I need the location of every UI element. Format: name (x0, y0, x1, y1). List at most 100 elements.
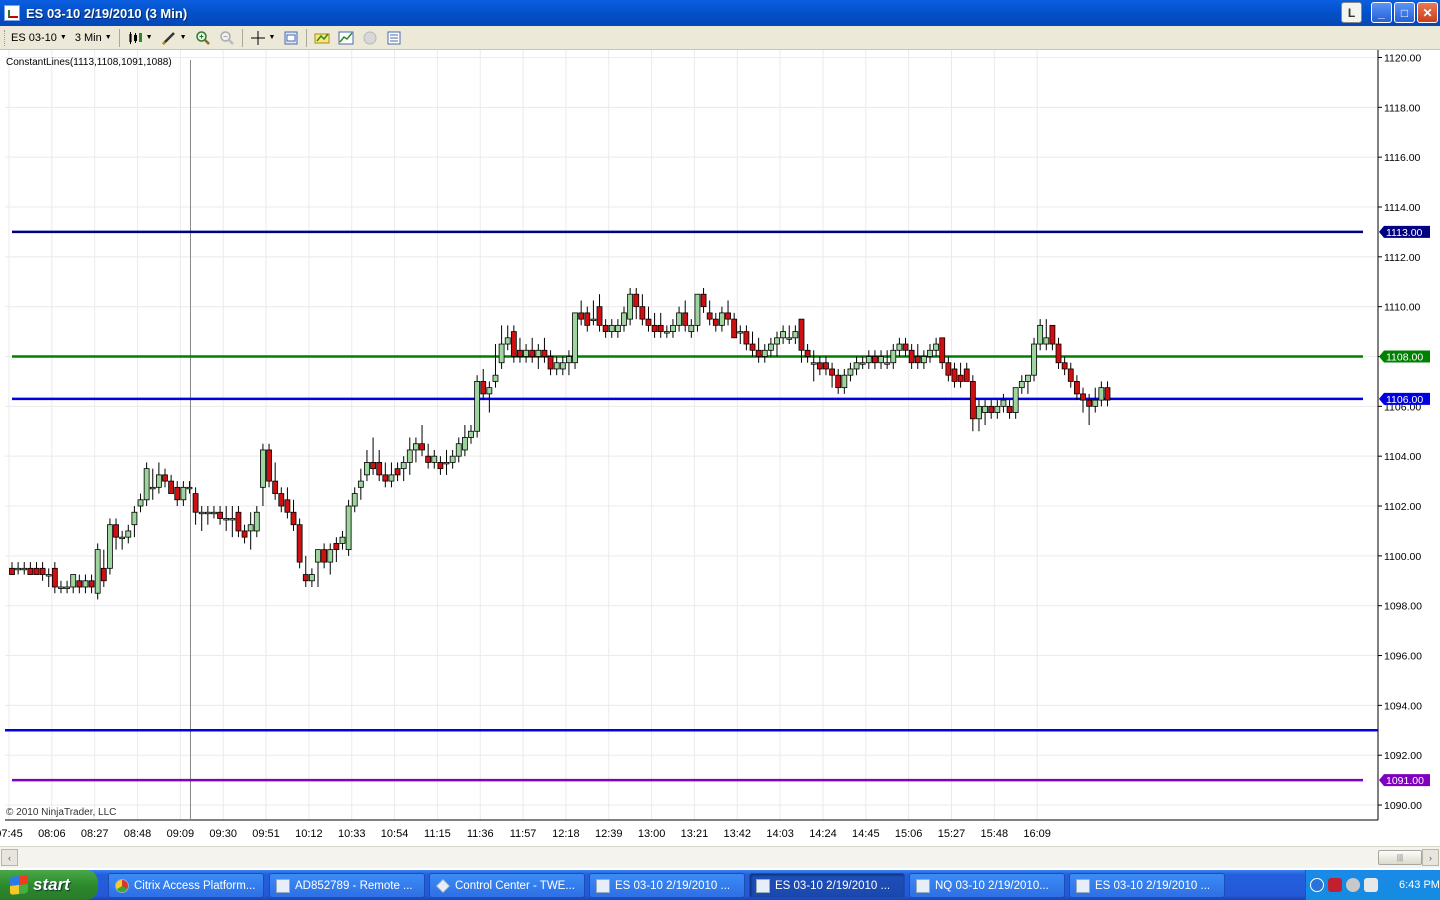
disabled-button[interactable] (358, 28, 382, 48)
candle-body (578, 312, 585, 320)
instrument-selector[interactable]: ES 03-10 ▼ (7, 28, 71, 48)
title-bar[interactable]: ES 03-10 2/19/2010 (3 Min) L _ □ ✕ (0, 0, 1440, 26)
properties-button[interactable] (279, 28, 303, 48)
candle-body (933, 343, 940, 351)
candle-body (1098, 387, 1105, 401)
maximize-button[interactable]: □ (1394, 2, 1415, 23)
candle-body (180, 486, 187, 501)
x-tick-label: 16:09 (1023, 828, 1051, 840)
task-button-citrix[interactable]: Citrix Access Platform... (108, 873, 264, 898)
y-tick-label: 1096.00 (1384, 651, 1422, 663)
link-button[interactable]: L (1341, 2, 1362, 23)
diamond-icon (436, 878, 450, 893)
candle-body (125, 530, 132, 538)
tray-volume-icon[interactable] (1364, 878, 1378, 892)
candle-body (480, 381, 487, 395)
candle-body (920, 356, 927, 364)
candle-body (223, 518, 230, 521)
candle-body (994, 405, 1001, 413)
task-button-remote[interactable]: AD852789 - Remote ... (269, 873, 425, 898)
candle-body (553, 362, 560, 370)
x-tick-label: 07:45 (0, 828, 23, 840)
strategy-icon (314, 33, 330, 43)
y-tick-label: 1104.00 (1384, 451, 1421, 463)
candle-body (131, 511, 138, 526)
task-button-control-center[interactable]: Control Center - TWE... (429, 873, 585, 898)
y-tick-label: 1100.00 (1384, 551, 1421, 563)
remote-desktop-icon (276, 878, 290, 893)
candle-body (388, 474, 395, 482)
zoom-in-button[interactable] (191, 28, 215, 48)
candle-body (651, 324, 658, 332)
horizontal-scrollbar[interactable]: ‹ ||| › (0, 846, 1440, 868)
x-tick-label: 13:21 (681, 828, 709, 840)
start-button[interactable]: start (0, 870, 98, 900)
candle-body (272, 480, 279, 494)
task-label: AD852789 - Remote ... (295, 879, 413, 892)
clock: 6:43 PM (1399, 879, 1440, 891)
task-button-chart-active[interactable]: ES 03-10 2/19/2010 ... (749, 873, 905, 898)
candle-body (260, 449, 266, 488)
chrome-icon (115, 878, 129, 893)
candle-body (76, 580, 83, 588)
candle-body (1018, 381, 1025, 389)
chart-window-icon (596, 878, 610, 893)
candle-body (204, 511, 211, 515)
candle-body (731, 318, 738, 339)
candle-body (1037, 324, 1044, 345)
candle-body (841, 374, 848, 389)
task-button-chart-3[interactable]: ES 03-10 2/19/2010 ... (1069, 873, 1225, 898)
candle-body (1061, 362, 1068, 370)
zoom-out-button[interactable] (215, 28, 239, 48)
x-tick-label: 11:36 (467, 828, 494, 840)
tray-expand-icon[interactable] (1310, 878, 1324, 892)
indicator-button[interactable] (334, 28, 358, 48)
scroll-right-button[interactable]: › (1422, 849, 1439, 866)
interval-selector[interactable]: 3 Min ▼ (71, 28, 116, 48)
candle-body (737, 331, 744, 334)
minimize-button[interactable]: _ (1371, 2, 1392, 23)
x-tick-label: 08:06 (38, 828, 66, 840)
candle-body (694, 293, 701, 326)
candle-body (1104, 387, 1111, 401)
chart-window-icon (756, 878, 770, 893)
scroll-thumb[interactable]: ||| (1378, 850, 1422, 865)
tray-app-icon[interactable] (1328, 878, 1342, 892)
chart-canvas[interactable]: 07:45 08:06 08:27 08:48 09:09 09:30 09:51 10:12… (0, 50, 1440, 846)
price-chart[interactable]: 07:45 08:06 08:27 08:48 09:09 09:30 09:51 10:12… (0, 50, 1440, 846)
candle-body (27, 567, 34, 575)
drawing-tools-button[interactable]: ▼ (157, 28, 191, 48)
crosshair-button[interactable]: ▼ (246, 28, 280, 48)
candle-body (890, 349, 897, 364)
candle-body (357, 480, 364, 488)
candle-body (1012, 387, 1019, 413)
candle-body (847, 368, 854, 376)
candle-body (566, 356, 572, 364)
candle-body (859, 362, 866, 365)
candle-body (774, 337, 780, 345)
scroll-left-button[interactable]: ‹ (1, 849, 18, 866)
task-label: ES 03-10 2/19/2010 ... (775, 879, 891, 892)
y-tick-label: 1110.00 (1384, 302, 1421, 314)
x-tick-label: 10:54 (381, 828, 409, 840)
candle-body (64, 586, 70, 589)
candle-body (902, 343, 909, 351)
candle-body (333, 542, 340, 551)
candle-body (1049, 324, 1056, 345)
tray-network-icon[interactable] (1346, 878, 1360, 892)
close-button[interactable]: ✕ (1417, 2, 1438, 23)
task-button-chart-1[interactable]: ES 03-10 2/19/2010 ... (589, 873, 745, 898)
candle-body (786, 337, 793, 340)
candle-body (541, 349, 548, 357)
strategy-button[interactable] (310, 28, 334, 48)
task-button-nq-chart[interactable]: NQ 03-10 2/19/2010... (909, 873, 1065, 898)
candle-body (21, 567, 28, 571)
x-tick-label: 10:12 (295, 828, 323, 840)
candle-body (976, 405, 982, 420)
price-marker-label: 1113.00 (1386, 227, 1423, 239)
candle-body (70, 574, 77, 588)
task-label: ES 03-10 2/19/2010 ... (615, 879, 731, 892)
data-box-button[interactable] (382, 28, 406, 48)
candle-body (39, 567, 46, 575)
chart-style-button[interactable]: ▼ (123, 28, 157, 48)
